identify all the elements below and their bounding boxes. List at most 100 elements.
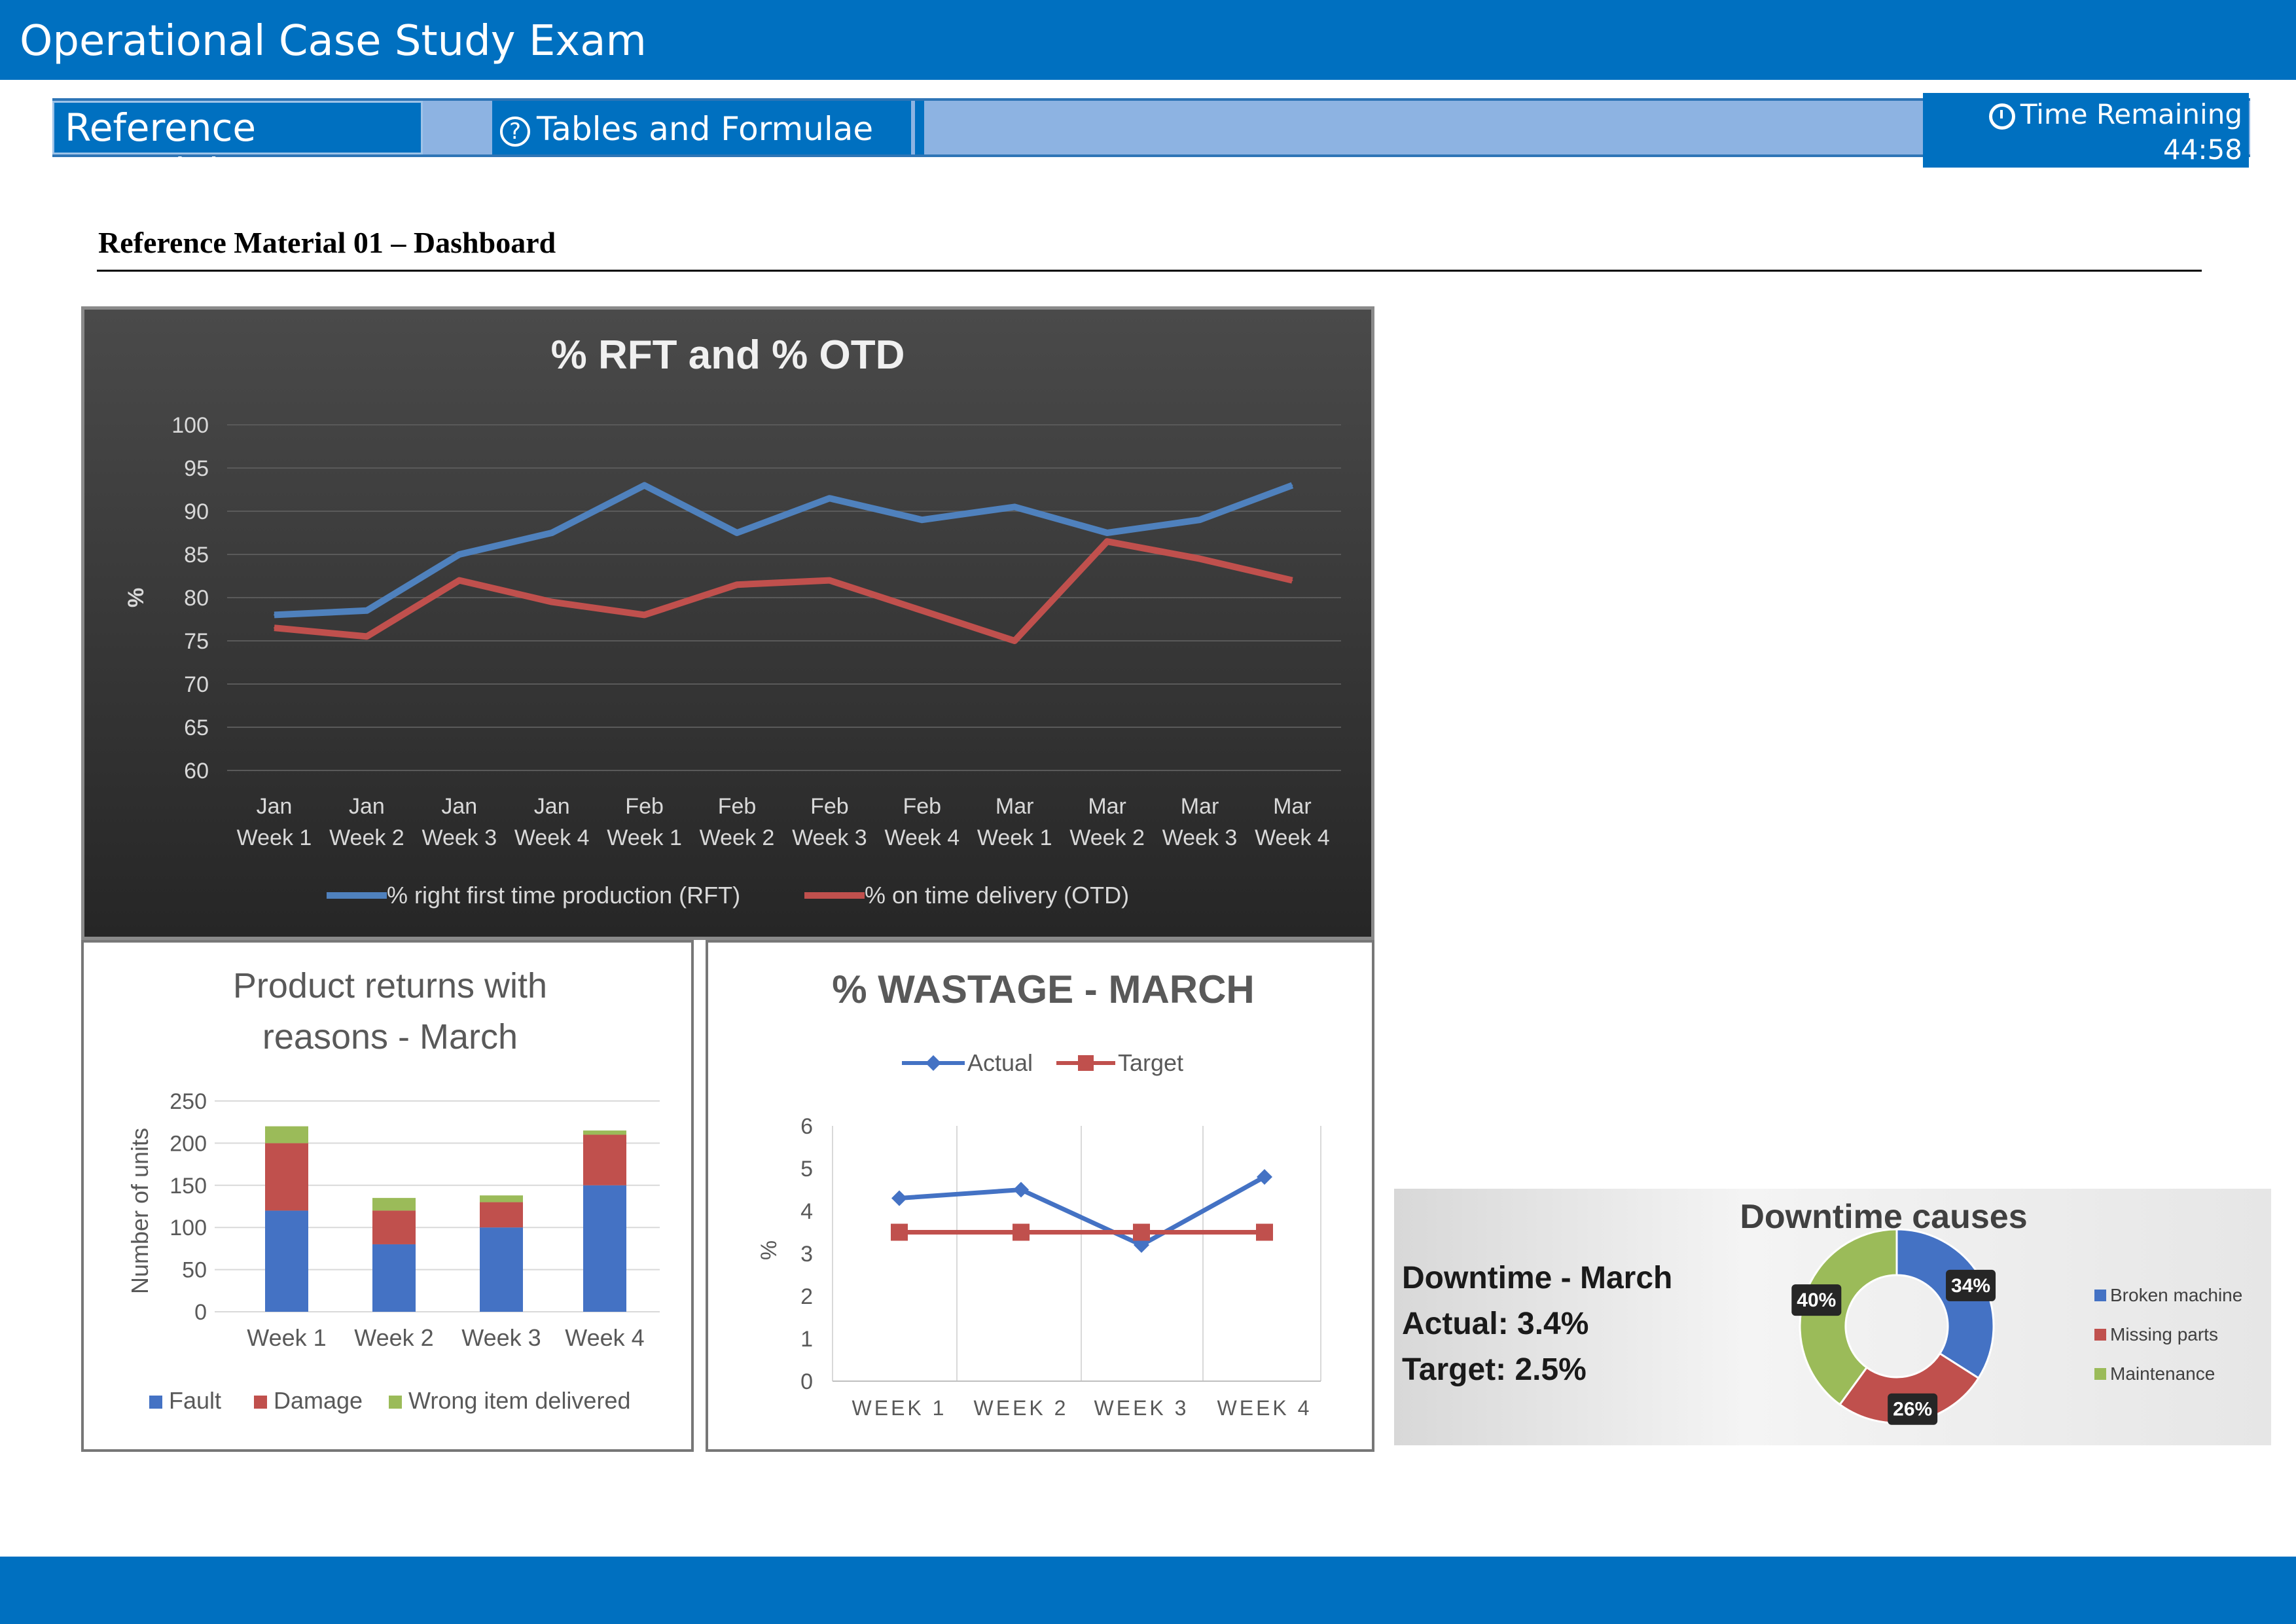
x-tick-label-week: Week 1 [607, 825, 682, 850]
data-point [1291, 484, 1293, 486]
y-tick-label: 65 [184, 715, 209, 740]
bar-segment-fault [480, 1227, 523, 1312]
y-tick-label: 2 [800, 1284, 813, 1309]
legend-label: Wrong item delivered [408, 1387, 631, 1414]
legend-label: Target [1118, 1049, 1183, 1076]
x-tick-label: WEEK 4 [1217, 1396, 1312, 1420]
document-heading: Reference Material 01 – Dashboard [98, 226, 556, 259]
x-tick-label-week: Week 3 [422, 825, 497, 850]
legend-marker-diamond [925, 1055, 941, 1071]
bar-segment-damage [583, 1134, 626, 1185]
y-tick-label: 1 [800, 1327, 813, 1352]
returns-chart: Product returns with reasons - March 250 20… [126, 966, 660, 1414]
data-point [736, 532, 738, 533]
data-point [1199, 558, 1200, 560]
help-circle-icon: ? [500, 116, 530, 147]
marker-square [891, 1223, 908, 1241]
data-point [366, 636, 368, 638]
y-tick-label: 4 [800, 1199, 813, 1224]
legend-label: Fault [169, 1387, 221, 1414]
legend-label: Missing parts [2110, 1324, 2218, 1344]
series-line-otd [274, 538, 1293, 644]
x-tick-label-month: Jan [257, 794, 293, 819]
downtime-annotation-line: Downtime - March [1402, 1261, 1672, 1295]
data-point [829, 579, 831, 581]
data-label: 34% [1951, 1275, 1990, 1297]
x-tick-label: Week 2 [354, 1324, 433, 1351]
data-point [1014, 640, 1016, 641]
legend-swatch [254, 1396, 267, 1409]
y-tick-label: 0 [800, 1369, 813, 1394]
x-tick-label-month: Feb [718, 794, 757, 819]
data-point [921, 609, 923, 611]
x-tick-label-week: Week 3 [792, 825, 867, 850]
y-axis-label: Number of units [126, 1128, 153, 1294]
y-axis-label: % [124, 588, 149, 607]
reference-toolbar: Reference Material ? Tables and Formulae [52, 98, 2250, 194]
x-tick-label-month: Mar [1273, 794, 1312, 819]
legend-swatch [389, 1396, 402, 1409]
page-indicator: 1 of 2 [2163, 169, 2242, 201]
data-point [1106, 532, 1108, 533]
marker-square [1256, 1223, 1273, 1241]
clock-icon [1988, 103, 2015, 130]
data-point [643, 484, 645, 486]
legend-swatch [2094, 1329, 2106, 1341]
bar-segment-damage [480, 1202, 523, 1228]
x-tick-label-month: Mar [1088, 794, 1126, 819]
y-tick-label: 80 [184, 586, 209, 611]
x-tick-label-week: Week 1 [237, 825, 312, 850]
bar-segment-fault [583, 1185, 626, 1312]
x-tick-label-week: Week 4 [884, 825, 960, 850]
x-tick-label-month: Feb [810, 794, 849, 819]
marker-square [1133, 1223, 1150, 1241]
wastage-chart-panel: % WASTAGE - MARCH 6 5 4 3 2 1 0% WEEK 1 WEEK 2 WEE… [706, 940, 1374, 1452]
heading-divider [97, 270, 2202, 272]
bar-segment-wrong-item-delivered [583, 1130, 626, 1135]
downtime-chart: Downtime causesDowntime - MarchActual: 3… [1402, 1198, 2242, 1425]
x-tick-label-month: Jan [441, 794, 477, 819]
x-tick-label-month: Jan [349, 794, 385, 819]
exam-title: Operational Case Study Exam [20, 17, 647, 65]
x-tick-label-week: Week 4 [514, 825, 590, 850]
y-tick-label: 200 [170, 1131, 207, 1156]
marker-diamond [891, 1190, 907, 1206]
y-tick-label: 85 [184, 543, 209, 568]
data-point [829, 497, 831, 499]
data-point [551, 532, 553, 533]
y-tick-label: 5 [800, 1157, 813, 1182]
y-tick-label: 3 [800, 1242, 813, 1267]
pages-icon [2129, 176, 2160, 198]
data-point [736, 584, 738, 586]
bar-segment-wrong-item-delivered [372, 1198, 416, 1211]
y-tick-label: 0 [194, 1300, 207, 1325]
legend-label: % right first time production (RFT) [387, 882, 740, 909]
y-tick-label: 6 [800, 1114, 813, 1139]
marker-square [1013, 1223, 1030, 1241]
exam-footer-bar [0, 1557, 2296, 1624]
timer-panel: Time Remaining 44:58 1 of 2 [1923, 93, 2249, 201]
bar-segment-damage [265, 1143, 308, 1211]
chart-title-line2: reasons - March [262, 1017, 518, 1056]
legend-swatch [149, 1396, 162, 1409]
x-tick-label: WEEK 2 [974, 1396, 1069, 1420]
tab-reference-material[interactable]: Reference Material [52, 101, 423, 194]
chart-title: % WASTAGE - MARCH [832, 967, 1255, 1011]
x-tick-label-month: Mar [1181, 794, 1219, 819]
rft-otd-chart-panel: % RFT and % OTD 100 95 90 85 80 75 70 65 60% Jan We… [81, 306, 1374, 940]
data-label: 40% [1797, 1290, 1836, 1311]
marker-diamond [1013, 1182, 1029, 1198]
x-tick-label: WEEK 3 [1094, 1396, 1189, 1420]
chart-title: % RFT and % OTD [551, 333, 905, 378]
bar-segment-wrong-item-delivered [480, 1195, 523, 1202]
x-tick-label-month: Jan [534, 794, 570, 819]
time-remaining: Time Remaining 44:58 [2020, 98, 2242, 166]
x-tick-label: Week 1 [247, 1324, 326, 1351]
bar-segment-damage [372, 1210, 416, 1244]
y-axis-label: % [757, 1240, 781, 1260]
downtime-annotation-line: Actual: 3.4% [1402, 1307, 1588, 1341]
x-tick-label-week: Week 2 [700, 825, 775, 850]
tab-tables-and-formulae[interactable]: ? Tables and Formulae [492, 101, 911, 154]
legend-label: Maintenance [2110, 1363, 2215, 1384]
data-point [366, 609, 368, 611]
